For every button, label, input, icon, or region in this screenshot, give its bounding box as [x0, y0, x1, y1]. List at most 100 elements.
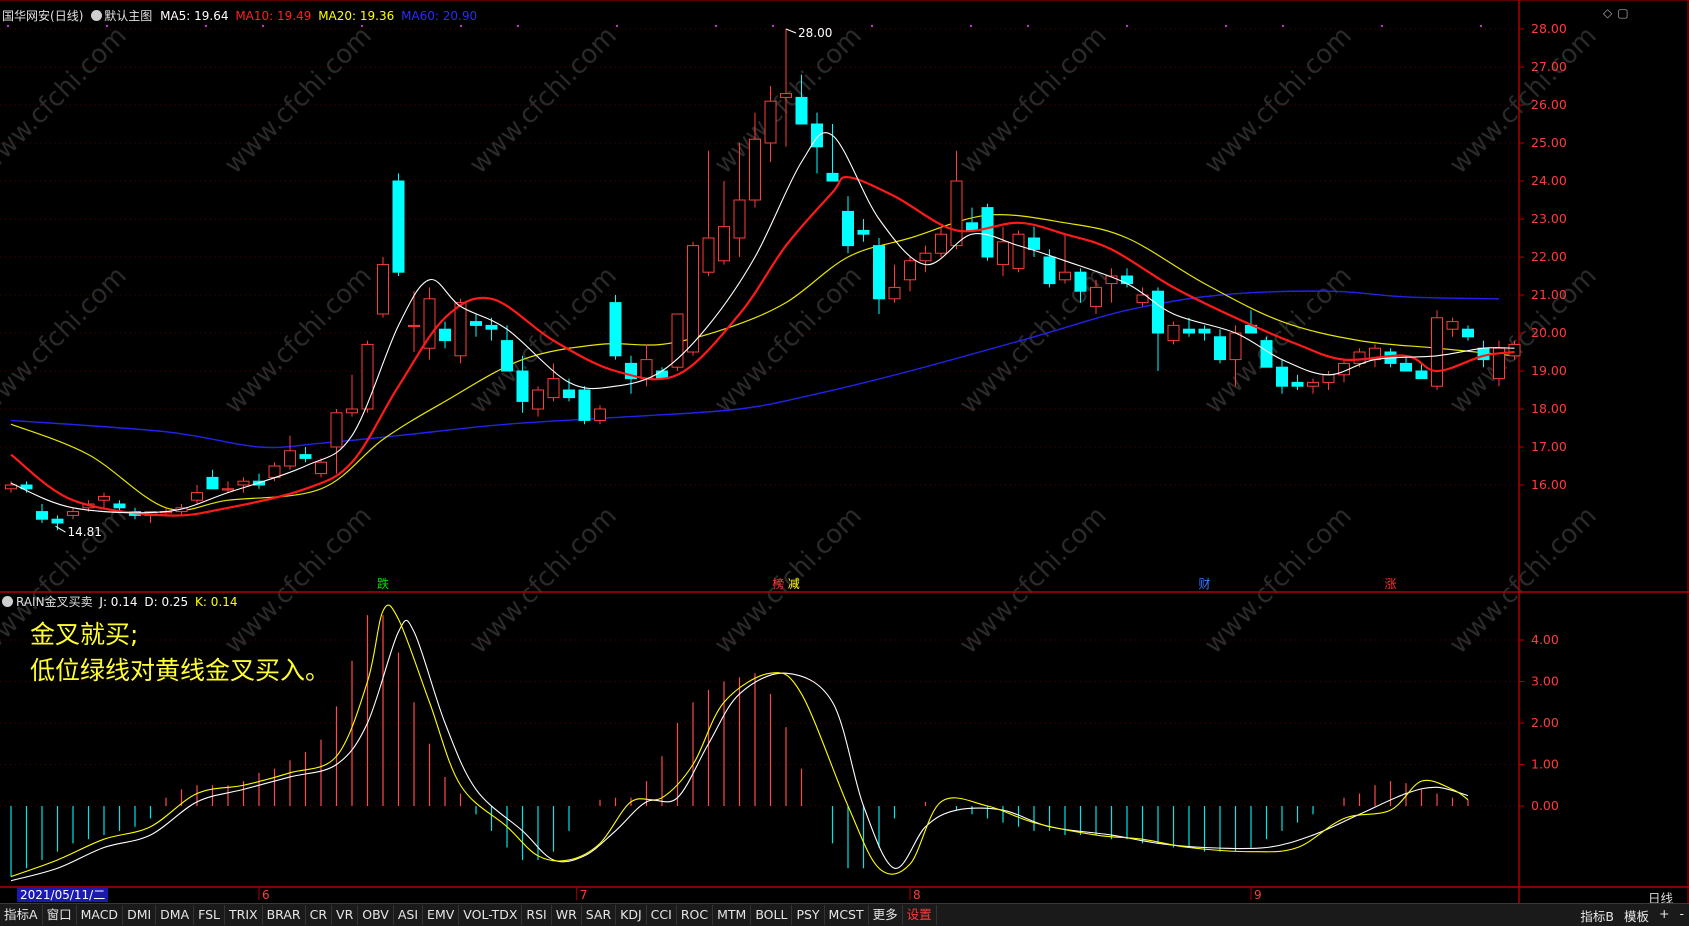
stock-name[interactable]: 国华网安	[2, 9, 50, 23]
tab-emv[interactable]: EMV	[423, 905, 460, 925]
month-label: 9	[1254, 888, 1262, 902]
indicator-k: K: 0.14	[195, 595, 238, 609]
indicator-tab-bar: 指标A 窗口 MACD DMI DMA FSL TRIX BRAR CR VR OBV ASI EMV V…	[0, 903, 1689, 926]
candle-body	[1307, 381, 1319, 387]
event-dot	[6, 24, 10, 28]
tab-更多[interactable]: 更多	[869, 905, 903, 925]
candle-body	[842, 210, 854, 247]
tab-macd[interactable]: MACD	[77, 905, 124, 925]
tab-psy[interactable]: PSY	[792, 905, 825, 925]
event-dot	[714, 24, 718, 28]
tab-boll[interactable]: BOLL	[751, 905, 793, 925]
indicator-d: D: 0.25	[144, 595, 189, 609]
indicator-gear-icon[interactable]	[2, 596, 13, 607]
candle	[439, 321, 451, 349]
event-label: 涨	[1385, 576, 1397, 591]
tab-brar[interactable]: BRAR	[263, 905, 306, 925]
tab-dma[interactable]: DMA	[156, 905, 195, 925]
candle-body	[966, 222, 978, 231]
tab-fsl[interactable]: FSL	[194, 905, 226, 925]
candle-body	[687, 245, 699, 353]
candle-body	[888, 286, 901, 300]
tab-sar[interactable]: SAR	[582, 905, 617, 925]
candle-body	[191, 492, 203, 501]
candle-body	[1074, 271, 1087, 292]
tab-trix[interactable]: TRIX	[225, 905, 263, 925]
stock-chart[interactable]: www.cfchi.com www.cfchi.com www.cfchi.com w…	[0, 0, 1689, 903]
tab-mtm[interactable]: MTM	[713, 905, 752, 925]
diamond-icon[interactable]: ◇	[1603, 6, 1612, 20]
candle	[857, 219, 870, 242]
tab-wr[interactable]: WR	[552, 905, 582, 925]
candle-body	[454, 302, 467, 357]
price-tick-label: 19.00	[1531, 363, 1567, 378]
watermark-text: www.cfchi.com	[1199, 501, 1358, 660]
tab-right-item[interactable]: -	[1674, 906, 1689, 925]
tab-指标a[interactable]: 指标A	[0, 905, 43, 925]
tab-cci[interactable]: CCI	[647, 905, 677, 925]
candle-body	[950, 180, 963, 247]
tab-rsi[interactable]: RSI	[522, 905, 552, 925]
watermark-text: www.cfchi.com	[1199, 21, 1358, 180]
tab-mcst[interactable]: MCST	[825, 905, 869, 925]
candle-body	[315, 461, 327, 475]
candle-body	[1353, 351, 1366, 364]
price-tick-label: 20.00	[1531, 325, 1567, 340]
watermark-text: www.cfchi.com	[0, 21, 133, 180]
tab-asi[interactable]: ASI	[394, 905, 424, 925]
candle	[888, 264, 901, 303]
tab-kdj[interactable]: KDJ	[616, 905, 647, 925]
high-marker-label: 28.00	[798, 26, 832, 40]
main-chart-name[interactable]: 默认主图	[104, 9, 152, 23]
watermark-text: www.cfchi.com	[954, 501, 1113, 660]
gear-icon[interactable]	[91, 10, 103, 21]
month-label: 8	[913, 888, 921, 902]
candle-body	[578, 389, 591, 421]
tab-roc[interactable]: ROC	[677, 905, 714, 925]
candle	[1400, 355, 1412, 372]
tab-vr[interactable]: VR	[332, 905, 359, 925]
event-dot	[615, 24, 619, 28]
candle-body	[1090, 286, 1102, 307]
event-dot	[1224, 24, 1228, 28]
candle	[470, 314, 482, 337]
candle-body	[795, 96, 808, 125]
tab-设置[interactable]: 设置	[903, 905, 937, 925]
current-date: 2021/05/11/二	[17, 888, 109, 902]
tab-cr[interactable]: CR	[306, 905, 333, 925]
tab-right-item[interactable]: 指标B	[1575, 906, 1619, 925]
candle-body	[1028, 237, 1040, 250]
indicator-tick-label: 3.00	[1531, 674, 1559, 689]
watermark-text: www.cfchi.com	[464, 21, 623, 180]
tab-right-item[interactable]: +	[1654, 906, 1674, 925]
square-icon[interactable]: ▢	[1617, 6, 1628, 20]
candle	[702, 150, 715, 276]
candle-body	[919, 252, 932, 262]
annotation-text: 金叉就买; 低位绿线对黄线金叉买入。	[30, 617, 330, 689]
candle-body	[237, 480, 250, 486]
candle	[997, 226, 1009, 276]
candle	[67, 507, 79, 520]
candle	[1276, 359, 1288, 394]
indicator-name[interactable]: RAIN金叉买卖	[16, 595, 93, 609]
candle	[826, 124, 839, 182]
annotation-line-2: 低位绿线对黄线金叉买入。	[30, 656, 331, 685]
tab-dmi[interactable]: DMI	[123, 905, 157, 925]
indicator-tick-label: 0.00	[1531, 798, 1559, 813]
tab-right-item[interactable]: 模板	[1619, 906, 1654, 925]
candle-body	[532, 389, 544, 410]
price-tick-label: 18.00	[1531, 401, 1567, 416]
tab-obv[interactable]: OBV	[358, 905, 394, 925]
annotation-line-1: 金叉就买;	[30, 620, 139, 649]
watermark-text: www.cfchi.com	[0, 261, 133, 420]
indicator-axis: 4.00 3.00 2.00 1.00 0.00	[1519, 632, 1559, 813]
tab-窗口[interactable]: 窗口	[43, 905, 77, 925]
candle	[206, 469, 219, 490]
event-label: 减	[788, 577, 800, 591]
event-dot	[261, 24, 265, 28]
indicator-header: RAIN金叉买卖 J: 0.14 D: 0.25 K: 0.14	[2, 593, 237, 610]
candle-body	[408, 324, 420, 328]
candle-body	[1167, 324, 1180, 342]
tab-vol-tdx[interactable]: VOL-TDX	[459, 905, 523, 925]
candle-body	[1400, 362, 1412, 372]
